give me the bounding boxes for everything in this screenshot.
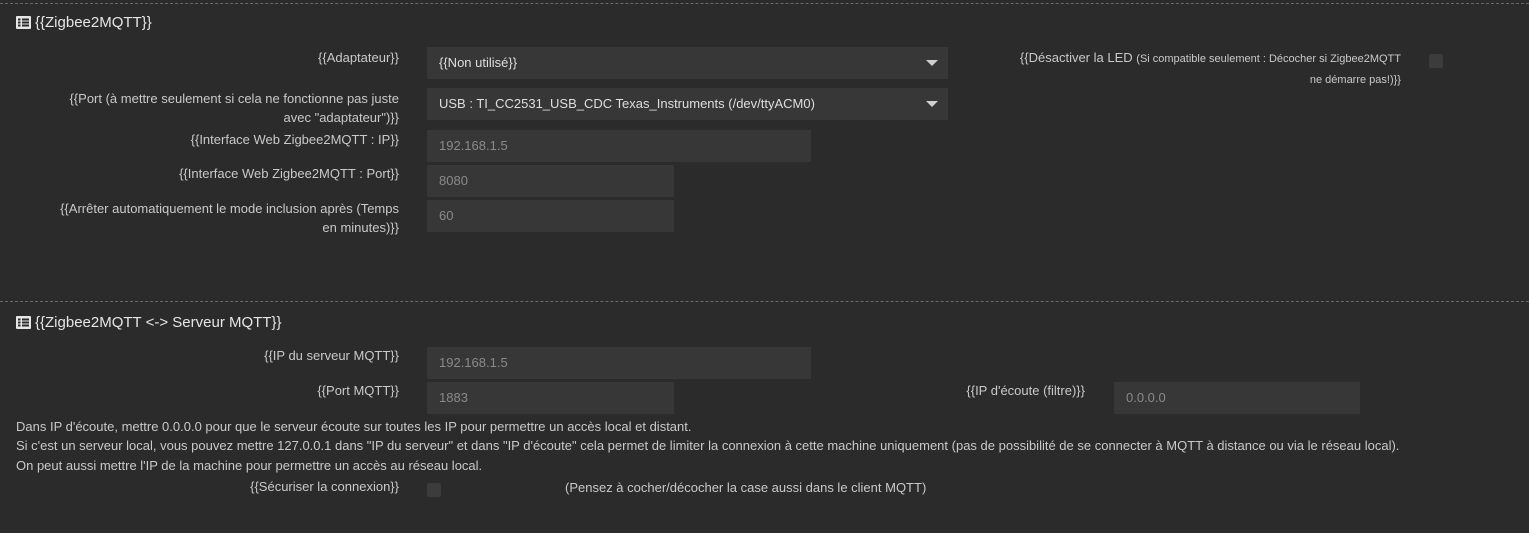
section-zigbee2mqtt-legend: {{Zigbee2MQTT}}: [16, 14, 152, 31]
mqtt-ip-input[interactable]: 192.168.1.5: [427, 347, 811, 379]
mqtt-port-input[interactable]: 1883: [427, 382, 674, 414]
web-port-input[interactable]: 8080: [427, 165, 674, 197]
inclusion-time-input[interactable]: 60: [427, 200, 674, 232]
port-label-line1: {{Port (à mettre seulement si cela ne fo…: [69, 91, 399, 106]
adapter-select-value: {{Non utilisé}}: [439, 55, 518, 70]
web-port-label: {{Interface Web Zigbee2MQTT : Port}}: [179, 166, 399, 181]
listen-ip-input[interactable]: 0.0.0.0: [1114, 382, 1360, 414]
port-select[interactable]: USB : TI_CC2531_USB_CDC Texas_Instrument…: [427, 88, 948, 120]
listen-ip-label: {{IP d'écoute (filtre)}}: [966, 383, 1085, 398]
chevron-down-icon: [926, 101, 938, 107]
disable-led-text: {{Désactiver la LED: [1019, 50, 1133, 65]
help-note-line3: On peut aussi mettre l'IP de la machine …: [16, 458, 483, 473]
port-label: {{Port (à mettre seulement si cela ne fo…: [69, 89, 399, 127]
secure-connection-hint: (Pensez à cocher/décocher la case aussi …: [565, 480, 927, 495]
mqtt-ip-label: {{IP du serveur MQTT}}: [264, 348, 399, 363]
list-icon: [16, 16, 31, 29]
adapter-select[interactable]: {{Non utilisé}}: [427, 47, 948, 79]
disable-led-hint-line2: ne démarre pas!)}}: [1309, 74, 1401, 86]
web-ip-label: {{Interface Web Zigbee2MQTT : IP}}: [190, 132, 399, 147]
disable-led-checkbox[interactable]: [1429, 54, 1443, 68]
top-separator: [0, 3, 1529, 4]
inclusion-label-line2: en minutes)}}: [322, 220, 399, 235]
help-note-line2: Si c'est un serveur local, vous pouvez m…: [16, 438, 1400, 453]
disable-led-hint-line1: (Si compatible seulement : Décocher si Z…: [1136, 53, 1401, 65]
list-icon: [16, 316, 31, 329]
chevron-down-icon: [926, 60, 938, 66]
port-select-value: USB : TI_CC2531_USB_CDC Texas_Instrument…: [439, 96, 815, 111]
disable-led-label: {{Désactiver la LED (Si compatible seule…: [1020, 48, 1401, 90]
section-title: {{Zigbee2MQTT}}: [35, 14, 152, 31]
inclusion-label: {{Arrêter automatiquement le mode inclus…: [60, 199, 399, 237]
adapter-label: {{Adaptateur}}: [318, 50, 399, 65]
section-mqtt-legend: {{Zigbee2MQTT <-> Serveur MQTT}}: [16, 314, 282, 331]
inclusion-label-line1: {{Arrêter automatiquement le mode inclus…: [60, 201, 399, 216]
secure-connection-checkbox[interactable]: [427, 483, 441, 497]
secure-connection-label: {{Sécuriser la connexion}}: [250, 479, 399, 494]
section-separator: [0, 301, 1529, 302]
section-title: {{Zigbee2MQTT <-> Serveur MQTT}}: [35, 314, 282, 331]
port-label-line2: avec "adaptateur")}}: [283, 110, 399, 125]
mqtt-port-label: {{Port MQTT}}: [317, 383, 399, 398]
help-note-line1: Dans IP d'écoute, mettre 0.0.0.0 pour qu…: [16, 419, 692, 434]
web-ip-input[interactable]: 192.168.1.5: [427, 130, 811, 162]
